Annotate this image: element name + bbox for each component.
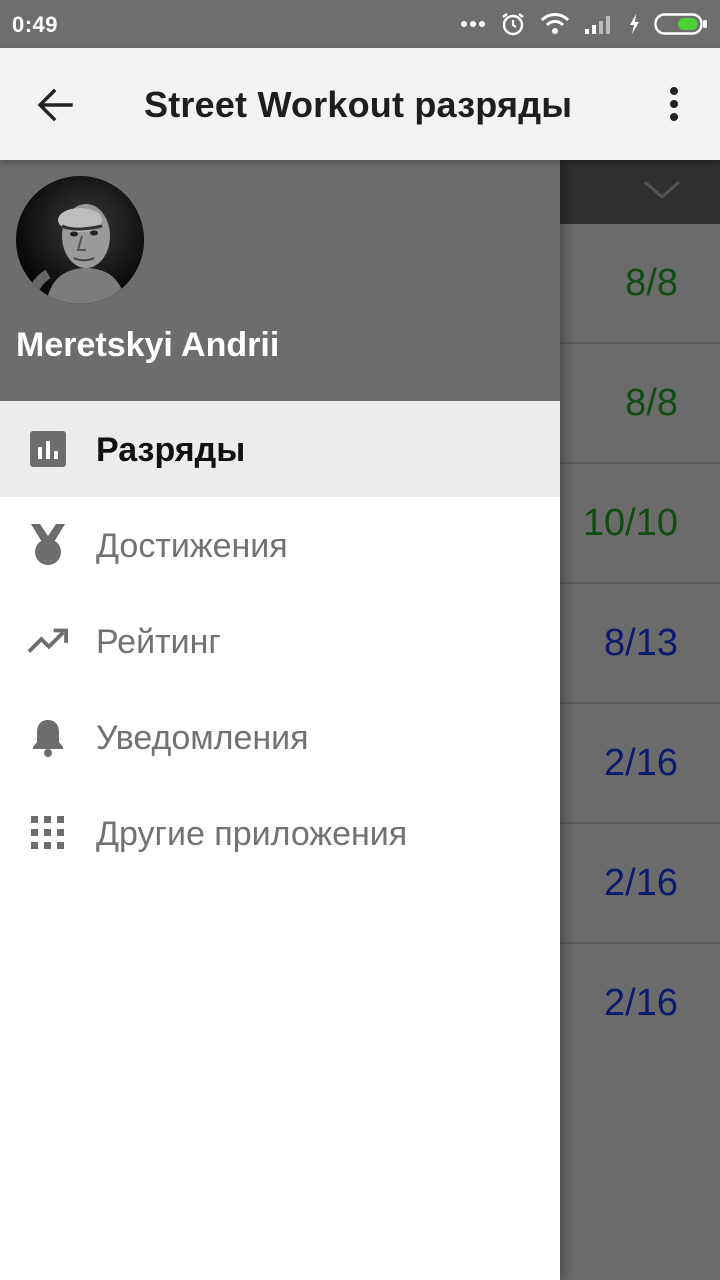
back-button[interactable] <box>30 80 80 130</box>
list-row[interactable]: 2/16 <box>560 824 720 944</box>
list-row[interactable]: 2/16 <box>560 704 720 824</box>
row-value: 8/8 <box>625 382 678 424</box>
drawer-item-other-apps[interactable]: Другие приложения <box>0 785 560 881</box>
trending-up-icon <box>28 621 68 661</box>
drawer-header: Meretskyi Andrii <box>0 160 560 401</box>
drawer-menu: Разряды Достижения Рейтинг Уведомления Д… <box>0 401 560 881</box>
overflow-menu-button[interactable] <box>654 82 694 126</box>
more-vert-icon <box>670 87 678 121</box>
drawer-item-label: Достижения <box>96 527 288 565</box>
more-dots-icon <box>460 20 486 28</box>
drawer-item-label: Рейтинг <box>96 623 221 661</box>
signal-icon <box>584 13 614 35</box>
bell-icon <box>28 717 68 757</box>
list-row[interactable]: 8/8 <box>560 224 720 344</box>
row-value: 8/13 <box>604 622 678 664</box>
status-time: 0:49 <box>12 12 59 37</box>
background-content: 8/8 8/8 10/10 8/13 2/16 2/16 2/16 <box>560 160 720 1280</box>
list-row[interactable]: 8/8 <box>560 344 720 464</box>
row-value: 10/10 <box>582 502 678 544</box>
chevron-down-icon <box>644 180 680 200</box>
drawer-item-ranks[interactable]: Разряды <box>0 401 560 497</box>
list-row[interactable]: 2/16 <box>560 944 720 1062</box>
row-value: 2/16 <box>604 862 678 904</box>
arrow-back-icon <box>37 88 73 122</box>
charging-icon <box>628 13 640 35</box>
bar-chart-icon <box>28 429 68 469</box>
drawer-item-achievements[interactable]: Достижения <box>0 497 560 593</box>
grid-icon <box>28 813 68 853</box>
battery-icon <box>654 12 708 36</box>
page-title: Street Workout разряды <box>144 84 573 125</box>
drawer-item-notifications[interactable]: Уведомления <box>0 689 560 785</box>
row-value: 8/8 <box>625 262 678 304</box>
app-bar: Street Workout разряды <box>0 48 720 160</box>
drawer-item-label: Уведомления <box>96 719 309 757</box>
drawer-item-rating[interactable]: Рейтинг <box>0 593 560 689</box>
drawer-item-label: Другие приложения <box>96 815 408 853</box>
status-bar: 0:49 <box>0 0 720 48</box>
wifi-icon <box>540 12 570 36</box>
row-value: 2/16 <box>604 982 678 1024</box>
list-row[interactable]: 8/13 <box>560 584 720 704</box>
medal-icon <box>28 524 68 565</box>
status-icons <box>460 10 708 38</box>
navigation-drawer: Meretskyi Andrii Разряды Достижения Рейт… <box>0 160 560 1280</box>
row-value: 2/16 <box>604 742 678 784</box>
list-header <box>560 160 720 224</box>
alarm-icon <box>500 11 526 37</box>
user-name: Meretskyi Andrii <box>16 326 280 364</box>
drawer-item-label: Разряды <box>96 431 246 469</box>
list-row[interactable]: 10/10 <box>560 464 720 584</box>
avatar[interactable] <box>16 176 144 304</box>
